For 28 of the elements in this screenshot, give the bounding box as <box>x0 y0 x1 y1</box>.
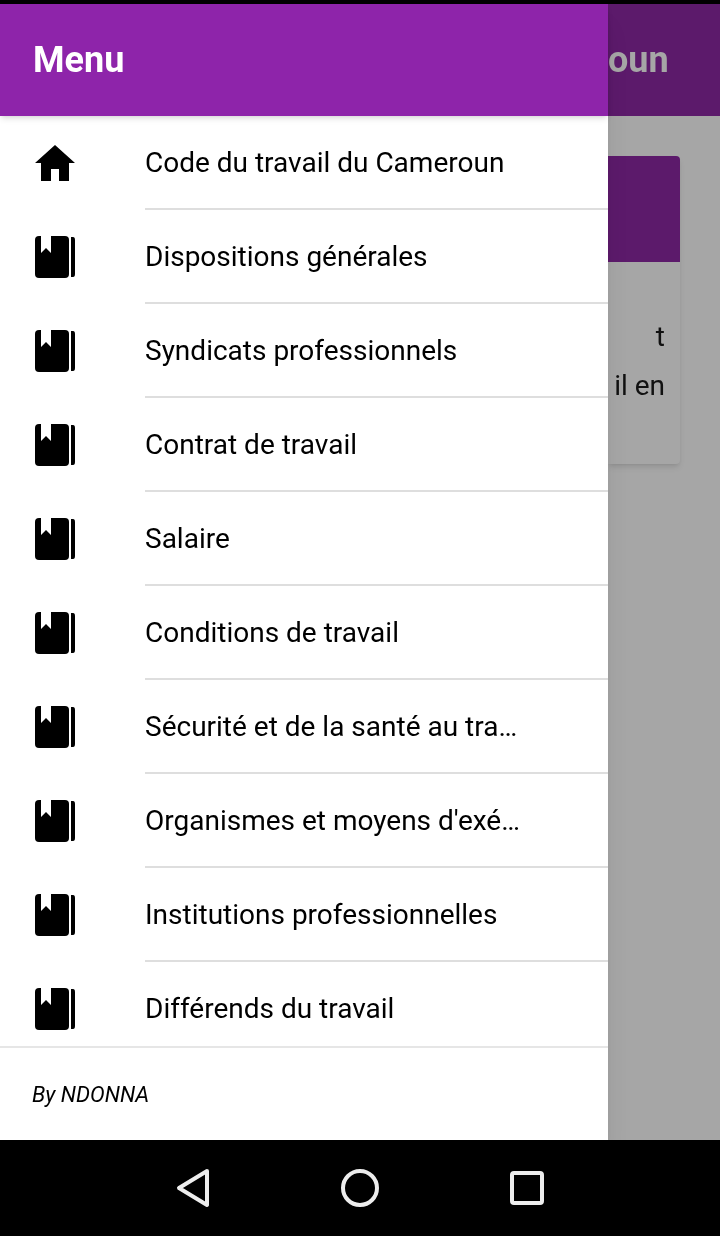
book-icon <box>33 799 77 843</box>
menu-item[interactable]: Contrat de travail <box>0 398 608 492</box>
menu-item[interactable]: Institutions professionnelles <box>0 868 608 962</box>
book-icon <box>33 705 77 749</box>
menu-item[interactable]: Syndicats professionnels <box>0 304 608 398</box>
book-icon <box>33 517 77 561</box>
drawer-title: Menu <box>33 38 125 83</box>
home-icon <box>33 143 77 183</box>
app-bar-title: oun <box>608 38 669 83</box>
book-icon <box>33 423 77 467</box>
menu-item[interactable]: Code du travail du Cameroun <box>0 116 608 210</box>
menu-item[interactable]: Sécurité et de la santé au tra… <box>0 680 608 774</box>
back-icon[interactable] <box>174 1168 211 1208</box>
menu-item[interactable]: Salaire <box>0 492 608 586</box>
recents-icon[interactable] <box>509 1170 546 1206</box>
menu-item[interactable]: Dispositions générales <box>0 210 608 304</box>
menu-item[interactable]: Différends du travail <box>0 962 608 1046</box>
card-text: il en <box>614 368 665 404</box>
menu-item[interactable]: Conditions de travail <box>0 586 608 680</box>
book-icon <box>33 987 77 1031</box>
footer-credit: By NDONNA <box>31 1080 151 1109</box>
book-icon <box>33 235 77 279</box>
book-icon <box>33 329 77 373</box>
card-text: t <box>655 319 665 355</box>
book-icon <box>33 893 77 937</box>
menu-item[interactable]: Organismes et moyens d'exé… <box>0 774 608 868</box>
home-button-icon[interactable] <box>340 1168 380 1208</box>
book-icon <box>33 611 77 655</box>
